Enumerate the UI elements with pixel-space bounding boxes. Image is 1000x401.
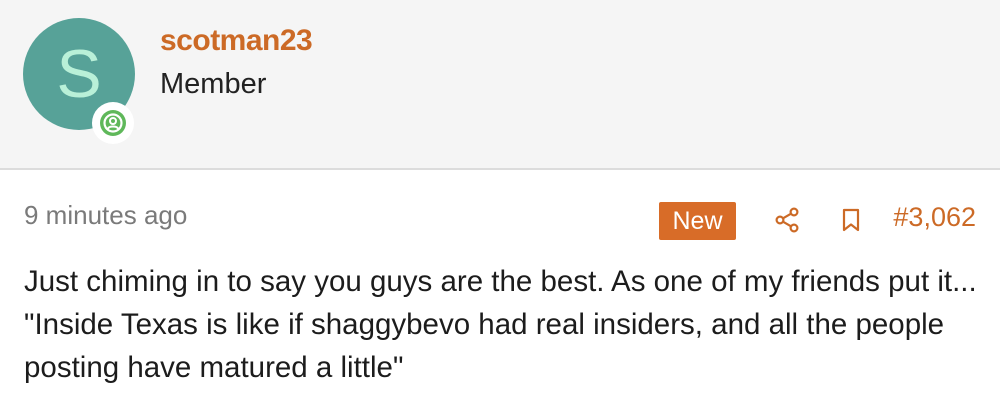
share-icon[interactable] <box>772 205 802 235</box>
post-author-header: S scotman23 Member <box>0 0 1000 170</box>
online-status-badge <box>92 102 134 144</box>
forum-post: S scotman23 Member 9 minutes ago New #3,… <box>0 0 1000 401</box>
post-number-link[interactable]: #3,062 <box>880 202 976 233</box>
bookmark-icon[interactable] <box>836 205 866 235</box>
new-badge: New <box>659 202 736 240</box>
user-title: Member <box>160 68 267 100</box>
post-message: Just chiming in to say you guys are the … <box>24 265 977 384</box>
person-circle-icon <box>100 110 126 136</box>
username-link[interactable]: scotman23 <box>160 24 313 58</box>
post-timestamp[interactable]: 9 minutes ago <box>24 200 187 231</box>
